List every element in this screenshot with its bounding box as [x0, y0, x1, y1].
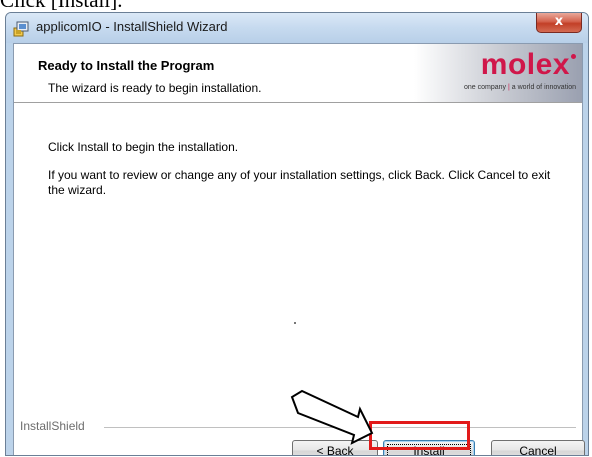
install-highlight-box: [369, 421, 470, 450]
installer-package-icon: [13, 21, 29, 37]
instruction-text: Click Install to begin the installation.: [48, 140, 239, 154]
arrow-pointer-icon: [290, 389, 374, 445]
title-bar: applicomIO - InstallShield Wizard x: [6, 13, 588, 43]
page-subtitle: The wizard is ready to begin installatio…: [48, 81, 262, 95]
logo-tagline: one company | a world of innovation: [464, 84, 576, 91]
stray-dot: [294, 322, 296, 324]
cancel-button-label: Cancel: [519, 444, 557, 456]
logo-dot-icon: [571, 54, 576, 59]
installshield-brand: InstallShield: [20, 419, 89, 433]
review-text: If you want to review or change any of y…: [48, 168, 551, 197]
logo-wordmark: molex: [480, 48, 570, 81]
cancel-button[interactable]: Cancel: [491, 440, 585, 456]
close-icon: x: [554, 14, 564, 29]
close-button[interactable]: x: [536, 13, 582, 33]
window-title: applicomIO - InstallShield Wizard: [36, 19, 228, 34]
molex-logo: molex one company | a world of innovatio…: [414, 44, 582, 102]
header-banner: Ready to Install the Program The wizard …: [14, 44, 582, 103]
page-title: Ready to Install the Program: [38, 58, 215, 73]
